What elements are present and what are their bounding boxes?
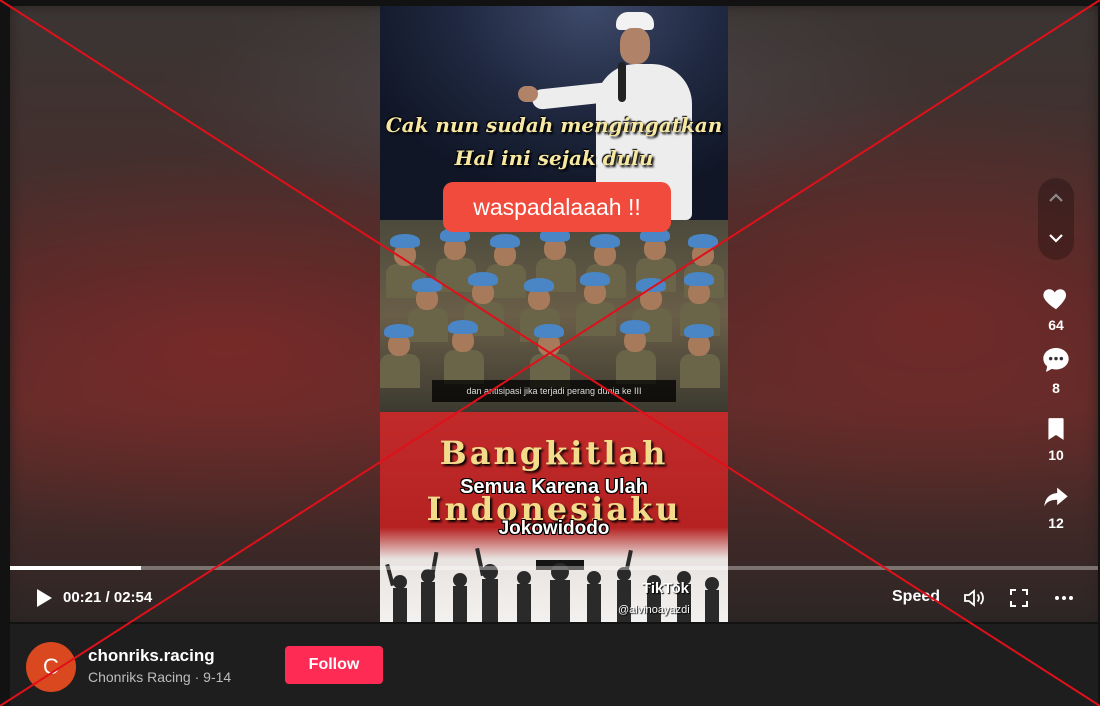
author-username[interactable]: chonriks.racing — [88, 646, 215, 666]
comment-icon — [1043, 348, 1069, 372]
share-icon — [1044, 487, 1068, 507]
follow-button[interactable]: Follow — [285, 646, 383, 684]
overlay-text-line1: Semua Karena Ulah — [460, 476, 648, 498]
play-icon[interactable] — [34, 588, 54, 608]
chevron-up-icon[interactable] — [1044, 186, 1068, 210]
comment-button[interactable]: 8 — [1035, 344, 1077, 396]
heart-icon — [1043, 289, 1067, 310]
video-caption-line2: Hal ini sejak dulu — [454, 146, 654, 170]
save-count: 10 — [1048, 447, 1064, 463]
video-player[interactable]: Cak nun sudah mengingatkan Hal ini sejak… — [10, 6, 1098, 622]
share-button[interactable]: 12 — [1035, 483, 1077, 531]
share-count: 12 — [1048, 515, 1064, 531]
player-controls: 00:21 / 02:54 Speed — [10, 576, 1098, 620]
volume-icon[interactable] — [962, 586, 986, 610]
video-nav-pill — [1038, 178, 1074, 260]
chevron-down-icon[interactable] — [1044, 226, 1068, 250]
progress-bar[interactable] — [10, 566, 1098, 570]
author-bar: C chonriks.racing Chonriks Racing · 9-14… — [10, 624, 1098, 706]
video-panel-soldiers: dan antisipasi jika terjadi perang dunia… — [380, 220, 728, 412]
progress-fill — [10, 566, 141, 570]
avatar[interactable]: C — [26, 642, 76, 692]
bookmark-icon — [1048, 418, 1064, 440]
like-button[interactable]: 64 — [1035, 283, 1077, 333]
alert-pill: waspadalaaah !! — [443, 182, 671, 232]
save-button[interactable]: 10 — [1035, 415, 1077, 463]
video-caption-line1: Cak nun sudah mengingatkan — [385, 113, 723, 137]
fullscreen-icon[interactable] — [1007, 586, 1031, 610]
more-icon[interactable] — [1052, 586, 1076, 610]
video-subtitle: dan antisipasi jika terjadi perang dunia… — [432, 380, 676, 402]
overlay-text-line2: Jokowidodo — [498, 518, 610, 539]
banner-title-line1: Bangkitlah — [439, 434, 669, 472]
author-subtitle: Chonriks Racing · 9-14 — [88, 669, 232, 685]
time-display: 00:21 / 02:54 — [63, 589, 153, 606]
speed-button[interactable]: Speed — [892, 588, 940, 606]
like-count: 64 — [1048, 317, 1064, 333]
video-frame[interactable]: Cak nun sudah mengingatkan Hal ini sejak… — [380, 6, 728, 622]
comment-count: 8 — [1052, 380, 1060, 396]
